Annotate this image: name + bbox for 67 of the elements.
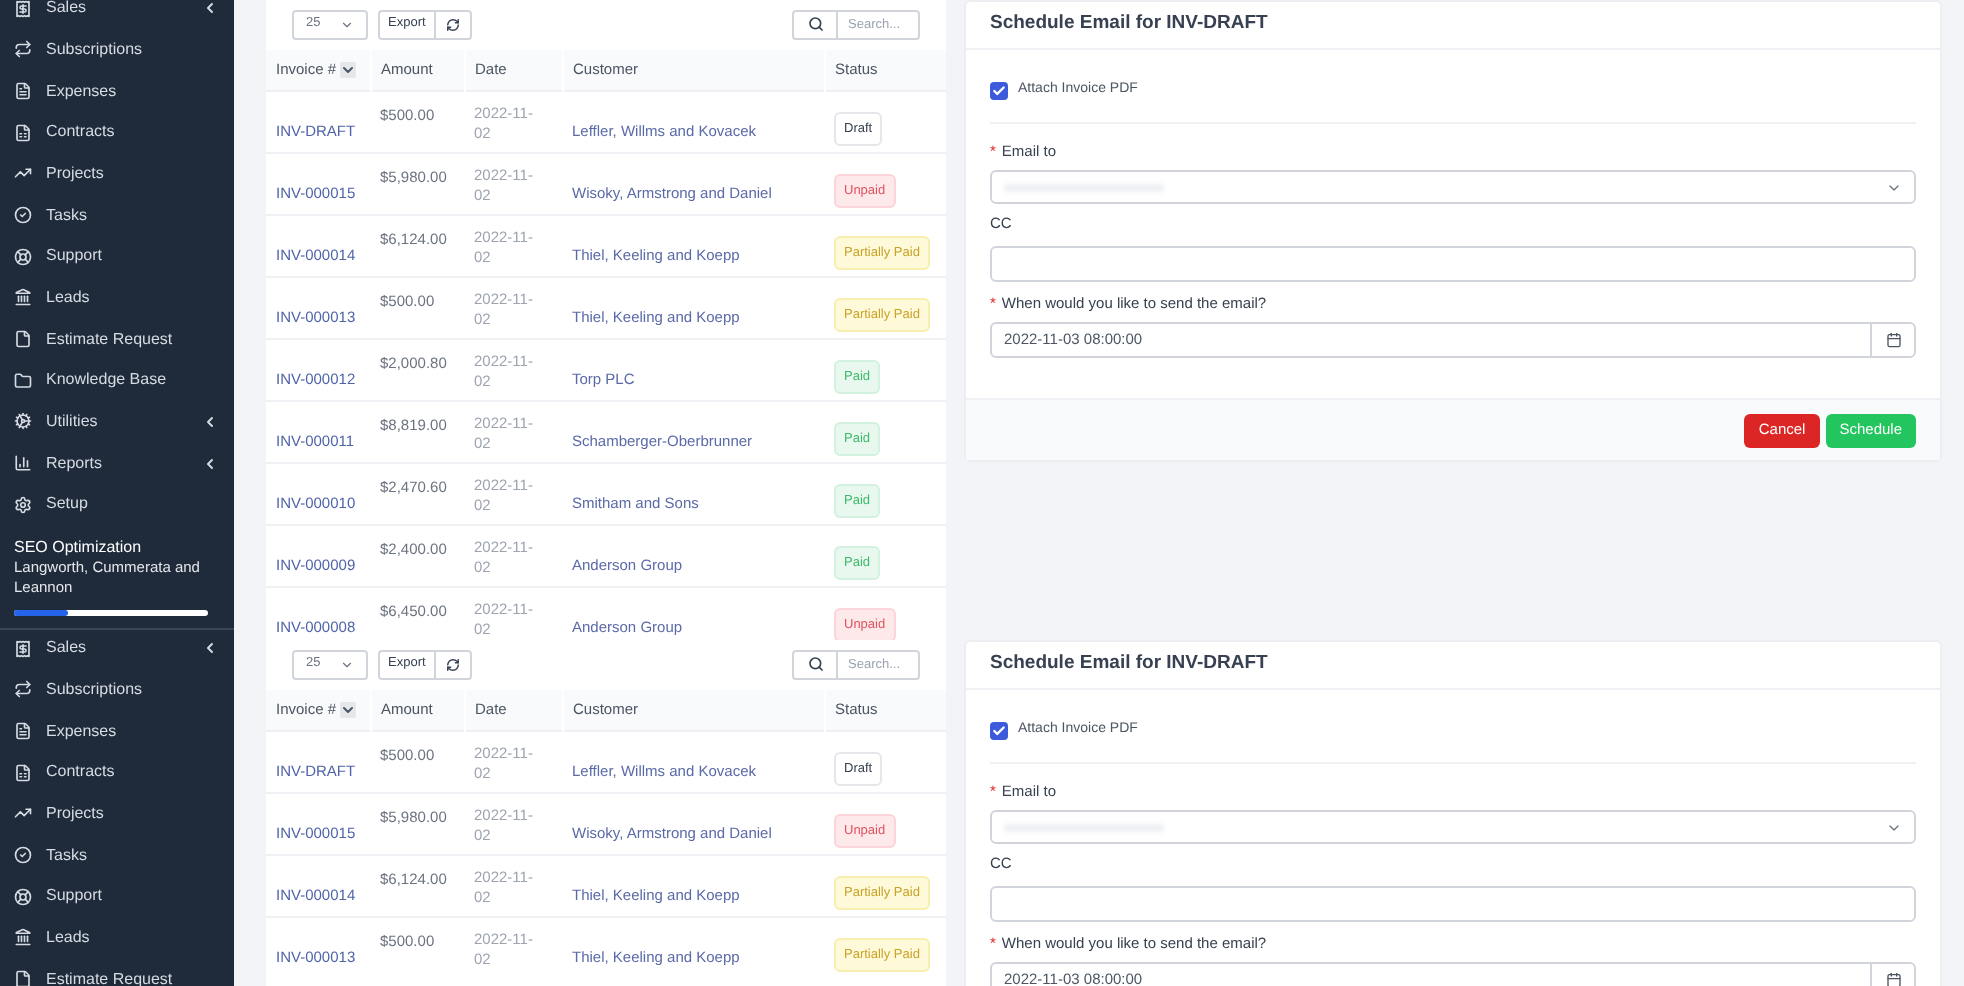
document-icon	[14, 82, 32, 101]
sort-icon	[340, 61, 357, 78]
lifebuoy-icon	[14, 247, 32, 266]
lifebuoy-icon	[14, 887, 32, 906]
receipt-icon	[14, 0, 32, 18]
line-chart-icon	[14, 804, 32, 823]
search-button[interactable]	[792, 649, 838, 679]
settings-icon	[14, 495, 32, 514]
chevron-icon	[340, 657, 354, 671]
folder-icon	[14, 371, 32, 390]
bar-chart-icon	[14, 454, 32, 473]
blank-file-icon	[14, 330, 32, 349]
check-circle-icon	[14, 846, 32, 865]
repeat-arrows-icon	[14, 40, 32, 59]
sidebar-item[interactable]: Projects	[0, 153, 234, 195]
sort-icon	[340, 701, 357, 718]
sidebar-item[interactable]: Estimate Request	[0, 958, 234, 986]
refresh-button[interactable]	[435, 9, 472, 39]
card-title: Schedule Email for INV-DRAFT	[966, 2, 1940, 50]
sidebar-item[interactable]: Estimate Request	[0, 318, 234, 360]
spreadsheet-icon	[14, 123, 32, 142]
sidebar-item[interactable]: Expenses	[0, 710, 234, 752]
sidebar-item[interactable]: Setup	[0, 483, 234, 526]
receipt-icon	[14, 640, 32, 658]
sidebar-item[interactable]: Expenses	[0, 70, 234, 112]
repeat-arrows-icon	[14, 680, 32, 699]
sidebar-item[interactable]: Leads	[0, 277, 234, 319]
sidebar-item[interactable]: Sales	[0, 0, 234, 30]
check-icon	[992, 83, 1006, 97]
sidebar-item[interactable]: Contracts	[0, 111, 234, 154]
refresh-icon	[445, 17, 460, 31]
sidebar-item[interactable]: Utilities	[0, 401, 234, 443]
sidebar-item[interactable]: Tasks	[0, 834, 234, 876]
sidebar-item[interactable]: Reports	[0, 442, 234, 484]
spreadsheet-icon	[14, 763, 32, 782]
sidebar-item[interactable]: Knowledge Base	[0, 359, 234, 402]
refresh-button[interactable]	[435, 649, 472, 679]
cc-field[interactable]	[990, 245, 1916, 281]
project-title: SEO Optimization	[14, 535, 144, 558]
chevron-icon	[340, 17, 354, 31]
check-circle-icon	[14, 206, 32, 225]
sidebar-item[interactable]: Contracts	[0, 751, 234, 794]
refresh-icon	[445, 657, 460, 671]
checkbox[interactable]	[990, 81, 1008, 99]
gears-icon	[14, 412, 32, 431]
calendar-icon	[1885, 972, 1901, 986]
check-icon	[992, 723, 1006, 737]
document-icon	[14, 722, 32, 741]
search-icon	[807, 16, 823, 32]
sidebar-item[interactable]: Leads	[0, 917, 234, 959]
bank-icon	[14, 928, 32, 947]
sidebar-item[interactable]: Support	[0, 875, 234, 918]
cc-field[interactable]	[990, 885, 1916, 921]
sidebar-item[interactable]: Sales	[0, 640, 234, 670]
checkbox[interactable]	[990, 721, 1008, 739]
bank-icon	[14, 288, 32, 307]
blank-file-icon	[14, 970, 32, 986]
sidebar-item[interactable]: Projects	[0, 793, 234, 835]
line-chart-icon	[14, 164, 32, 183]
sidebar-item[interactable]: Subscriptions	[0, 669, 234, 711]
sidebar-item[interactable]: Support	[0, 235, 234, 278]
sidebar-item[interactable]: Subscriptions	[0, 29, 234, 71]
card-title: Schedule Email for INV-DRAFT	[966, 642, 1940, 690]
search-button[interactable]	[792, 9, 838, 39]
calendar-icon	[1885, 332, 1901, 348]
sidebar-item[interactable]: Tasks	[0, 194, 234, 236]
search-icon	[807, 656, 823, 672]
